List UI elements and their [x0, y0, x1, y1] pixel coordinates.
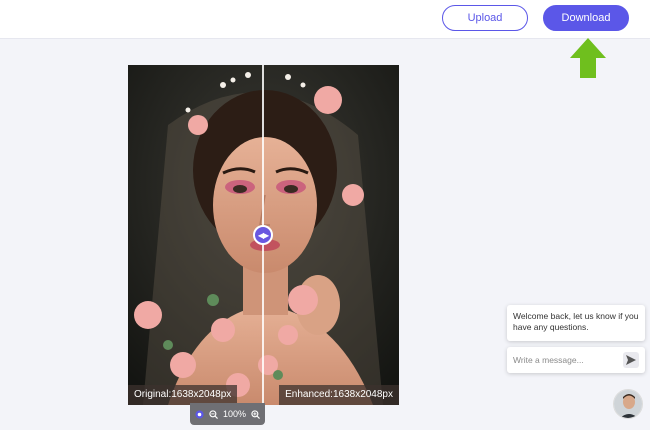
- enhanced-size-label: Enhanced:1638x2048px: [279, 385, 399, 405]
- zoom-toolbar: 100%: [190, 403, 265, 425]
- zoom-out-icon[interactable]: [209, 409, 218, 419]
- upload-button[interactable]: Upload: [442, 5, 528, 31]
- top-bar: Upload Download: [0, 0, 650, 39]
- image-compare-viewer[interactable]: ◀▶ Original:1638x2048px Enhanced:1638x20…: [128, 65, 399, 405]
- download-button[interactable]: Download: [543, 5, 629, 31]
- left-right-arrows-icon: ◀▶: [257, 230, 269, 240]
- original-size-label: Original:1638x2048px: [128, 385, 238, 405]
- avatar-image: [614, 390, 642, 418]
- chat-welcome-message: Welcome back, let us know if you have an…: [507, 305, 645, 341]
- compare-handle[interactable]: ◀▶: [253, 225, 273, 245]
- chat-message-input[interactable]: [513, 355, 623, 365]
- zoom-level: 100%: [222, 409, 247, 419]
- reset-icon[interactable]: [195, 409, 204, 419]
- send-icon: [626, 355, 636, 365]
- zoom-in-icon[interactable]: [251, 409, 260, 419]
- chat-input-box: [507, 347, 645, 373]
- arrow-up-icon: [570, 38, 606, 78]
- send-button[interactable]: [623, 352, 639, 368]
- support-agent-avatar[interactable]: [613, 389, 643, 419]
